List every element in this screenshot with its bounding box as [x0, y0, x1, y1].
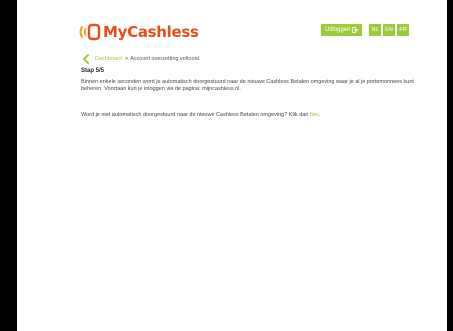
- breadcrumb: Dashboard > Account overzetting voltooid…: [81, 54, 200, 64]
- logout-icon: [352, 27, 359, 33]
- language-en-button[interactable]: EN: [383, 24, 395, 36]
- redirect-message: Binnen enkele seconden word je automatis…: [81, 78, 414, 93]
- logo-text: MyCashless: [103, 23, 199, 41]
- language-nl-button[interactable]: NL: [369, 24, 381, 36]
- logout-label: Uitloggen: [325, 27, 351, 33]
- manual-redirect-message: Word je niet automatisch doorgestuurd na…: [81, 112, 431, 120]
- logout-button[interactable]: Uitloggen: [321, 24, 363, 36]
- header: MyCashless Uitloggen NL EN FR: [79, 20, 439, 44]
- page: MyCashless Uitloggen NL EN FR Dashboard …: [17, 0, 447, 331]
- step-indicator: Stap 5/5: [81, 68, 105, 74]
- manual-redirect-suffix: .: [318, 111, 321, 118]
- here-link[interactable]: hier: [310, 112, 319, 118]
- chevron-left-icon[interactable]: [81, 54, 91, 64]
- main-content: Stap 5/5 Binnen enkele seconden word je …: [81, 68, 431, 119]
- breadcrumb-current: Account overzetting voltooid.: [130, 56, 201, 62]
- breadcrumb-separator: >: [124, 56, 129, 62]
- cashless-logo-icon: [79, 23, 101, 41]
- breadcrumb-dashboard-link[interactable]: Dashboard: [95, 56, 122, 62]
- manual-redirect-text: Word je niet automatisch doorgestuurd na…: [81, 111, 310, 118]
- logo[interactable]: MyCashless: [79, 20, 199, 44]
- language-fr-button[interactable]: FR: [397, 24, 409, 36]
